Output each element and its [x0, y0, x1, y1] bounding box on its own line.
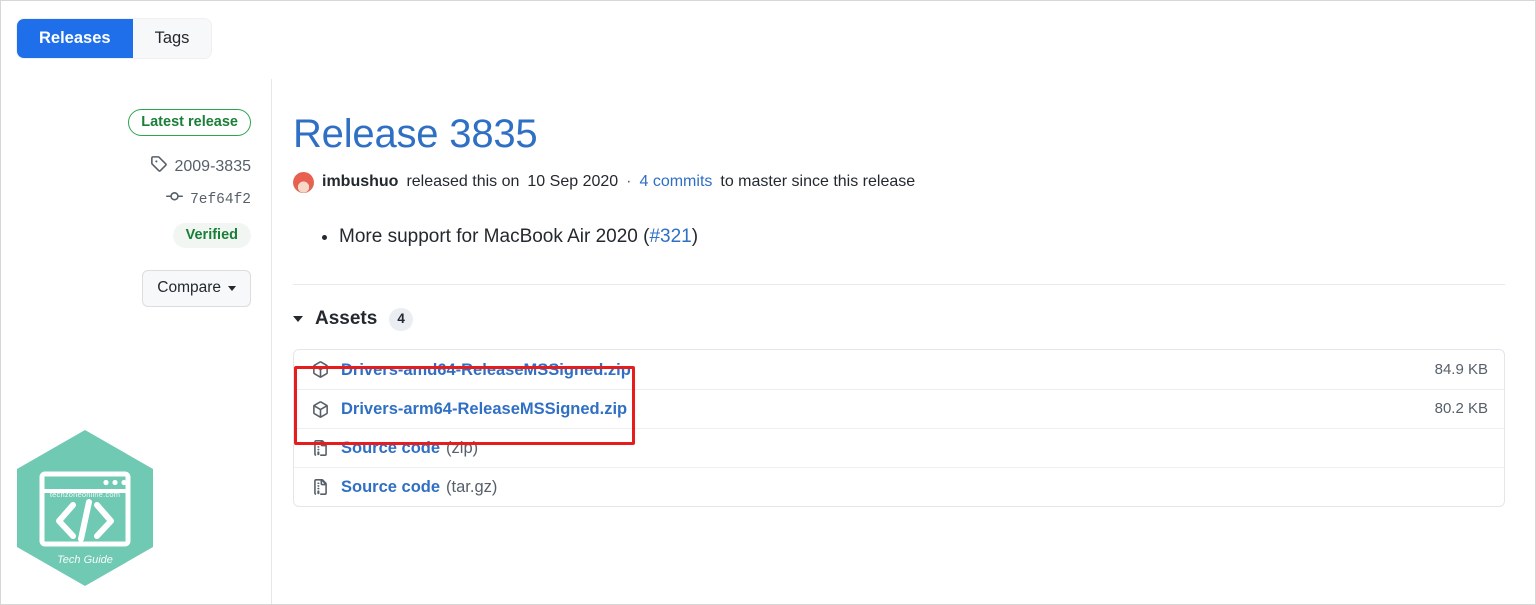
verified-badge[interactable]: Verified — [172, 223, 251, 248]
assets-header: Assets 4 — [293, 307, 1507, 331]
issue-link[interactable]: #321 — [649, 226, 691, 247]
verified-label: Verified — [185, 227, 238, 243]
asset-size: 84.9 KB — [1434, 360, 1488, 378]
table-row[interactable]: Source code (zip) — [294, 428, 1504, 467]
asset-format: (zip) — [446, 439, 479, 457]
table-row[interactable]: Drivers-arm64-ReleaseMSSigned.zip 80.2 K… — [294, 389, 1504, 428]
release-body: More support for MacBook Air 2020 (#321) — [293, 223, 1507, 251]
release-sidebar: Latest release 2009-3835 7ef64f2 Verifie… — [1, 109, 257, 307]
file-zip-icon — [311, 439, 329, 457]
tag-icon — [150, 155, 168, 178]
asset-name[interactable]: Drivers-arm64-ReleaseMSSigned.zip — [341, 398, 627, 420]
chevron-down-icon — [228, 285, 236, 291]
package-icon — [311, 400, 329, 418]
release-title[interactable]: Release 3835 — [293, 109, 1507, 159]
tag-row[interactable]: 2009-3835 — [150, 155, 251, 178]
bullet-tail: ) — [691, 226, 699, 247]
tab-releases[interactable]: Releases — [17, 19, 133, 58]
release-page: Releases Tags Latest release 2009-3835 7… — [0, 0, 1536, 605]
release-date: 10 Sep 2020 — [527, 173, 619, 190]
commits-suffix: to master since this release — [720, 173, 916, 190]
file-zip-icon — [311, 478, 329, 496]
release-byline: imbushuo released this on 10 Sep 2020 · … — [293, 171, 1507, 193]
assets-list: Drivers-amd64-ReleaseMSSigned.zip 84.9 K… — [293, 349, 1505, 507]
commits-link[interactable]: 4 commits — [639, 171, 712, 193]
commit-sha: 7ef64f2 — [190, 191, 251, 208]
commit-icon — [166, 188, 184, 211]
compare-button[interactable]: Compare — [142, 270, 251, 307]
chevron-down-icon[interactable] — [293, 316, 303, 322]
watermark-logo: techzoneonline.com Tech Guide — [9, 426, 161, 600]
assets-title: Assets — [315, 308, 378, 329]
watermark-site: techzoneonline.com — [49, 490, 121, 499]
release-main: Release 3835 imbushuo released this on 1… — [293, 109, 1507, 507]
tab-releases-label: Releases — [39, 29, 111, 47]
list-item: More support for MacBook Air 2020 (#321) — [339, 223, 1507, 251]
released-text: released this on — [406, 173, 520, 190]
asset-name[interactable]: Source code — [341, 476, 440, 498]
tab-tags[interactable]: Tags — [132, 19, 212, 58]
tab-tags-label: Tags — [154, 29, 190, 47]
asset-name[interactable]: Drivers-amd64-ReleaseMSSigned.zip — [341, 359, 631, 381]
release-tabs: Releases Tags — [17, 19, 212, 58]
latest-release-label: Latest release — [141, 114, 238, 130]
assets-count-badge: 4 — [389, 307, 413, 331]
watermark-caption: Tech Guide — [57, 554, 113, 566]
asset-size: 80.2 KB — [1434, 400, 1488, 417]
tag-name: 2009-3835 — [174, 157, 251, 175]
asset-format: (tar.gz) — [446, 478, 498, 496]
commit-row[interactable]: 7ef64f2 — [166, 188, 251, 211]
byline-separator: · — [626, 173, 632, 190]
latest-release-badge: Latest release — [128, 109, 251, 136]
asset-name[interactable]: Source code — [341, 437, 440, 459]
compare-button-label: Compare — [157, 279, 221, 296]
column-divider — [271, 79, 272, 604]
package-icon — [311, 361, 329, 379]
bullet-text: More support for MacBook Air 2020 ( — [339, 226, 650, 247]
release-author[interactable]: imbushuo — [322, 171, 398, 193]
table-row[interactable]: Drivers-amd64-ReleaseMSSigned.zip 84.9 K… — [294, 350, 1504, 389]
avatar[interactable] — [293, 171, 314, 193]
table-row[interactable]: Source code (tar.gz) — [294, 467, 1504, 506]
section-divider — [293, 284, 1505, 285]
